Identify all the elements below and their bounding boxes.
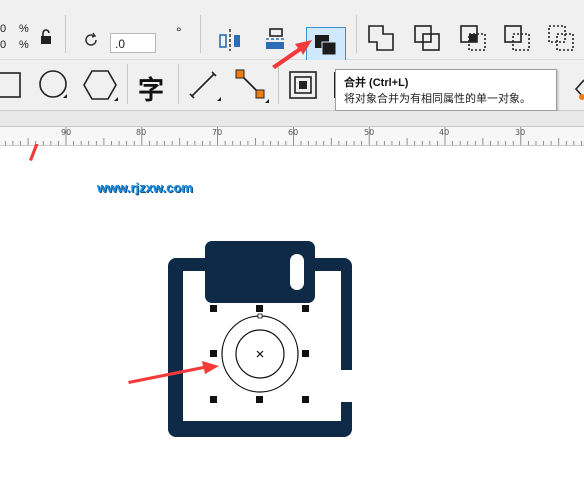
scale-y-percent: % [19, 39, 29, 51]
front-minus-back-icon[interactable] [546, 23, 576, 53]
separator [356, 15, 357, 53]
separator [200, 15, 201, 53]
separator [127, 64, 128, 104]
document-frame-shape-right[interactable] [313, 258, 352, 370]
trim-icon[interactable] [412, 23, 442, 53]
ruler-label: 60 [288, 128, 299, 137]
degree-symbol: ° [176, 24, 182, 40]
ruler-label: 80 [136, 128, 147, 137]
contour-tool-icon[interactable] [288, 70, 318, 100]
tooltip-title: 合并 (Ctrl+L) [344, 77, 409, 89]
ruler-label: 50 [364, 128, 375, 137]
ruler-label: 30 [515, 128, 526, 137]
combine-tooltip: 合并 (Ctrl+L) 将对象合并为有相同属性的单一对象。 [335, 69, 557, 111]
tooltip-description: 将对象合并为有相同属性的单一对象。 [344, 93, 531, 105]
document-tab-strip [0, 111, 584, 126]
polygon-tool-icon[interactable] [83, 68, 119, 102]
simplify-icon[interactable] [502, 23, 532, 53]
text-tool-icon[interactable]: 字 [138, 70, 164, 107]
ruler-label: 90 [61, 128, 72, 137]
mirror-icon[interactable] [216, 25, 244, 53]
ruler-label: 70 [212, 128, 223, 137]
node-handle[interactable] [257, 313, 263, 319]
dimension-tool-icon[interactable] [188, 68, 222, 102]
drawing-canvas[interactable] [0, 144, 584, 500]
ellipse-tool-icon[interactable] [37, 68, 71, 102]
separator [178, 64, 179, 104]
fill-tool-icon[interactable] [570, 76, 584, 102]
scale-x-value[interactable]: 0 [0, 23, 6, 35]
ruler-label: 40 [439, 128, 450, 137]
separator [278, 64, 279, 104]
scale-x-percent: % [19, 23, 29, 35]
lock-icon[interactable] [39, 29, 53, 45]
weld-icon[interactable] [366, 23, 396, 53]
intersect-icon[interactable] [458, 23, 488, 53]
rotate-icon [85, 32, 97, 46]
connector-tool-icon[interactable] [234, 68, 270, 104]
tab-slot-shape [290, 254, 304, 290]
rotation-angle-input[interactable]: .0 [110, 33, 156, 53]
rectangle-tool-icon[interactable] [0, 70, 24, 100]
arrow-to-combine-button [272, 40, 312, 69]
separator [65, 15, 66, 53]
horizontal-ruler[interactable]: 90 80 70 60 50 40 30 [0, 126, 584, 146]
arrow-to-ellipse-tool [29, 144, 39, 161]
scale-y-value[interactable]: 0 [0, 39, 6, 51]
